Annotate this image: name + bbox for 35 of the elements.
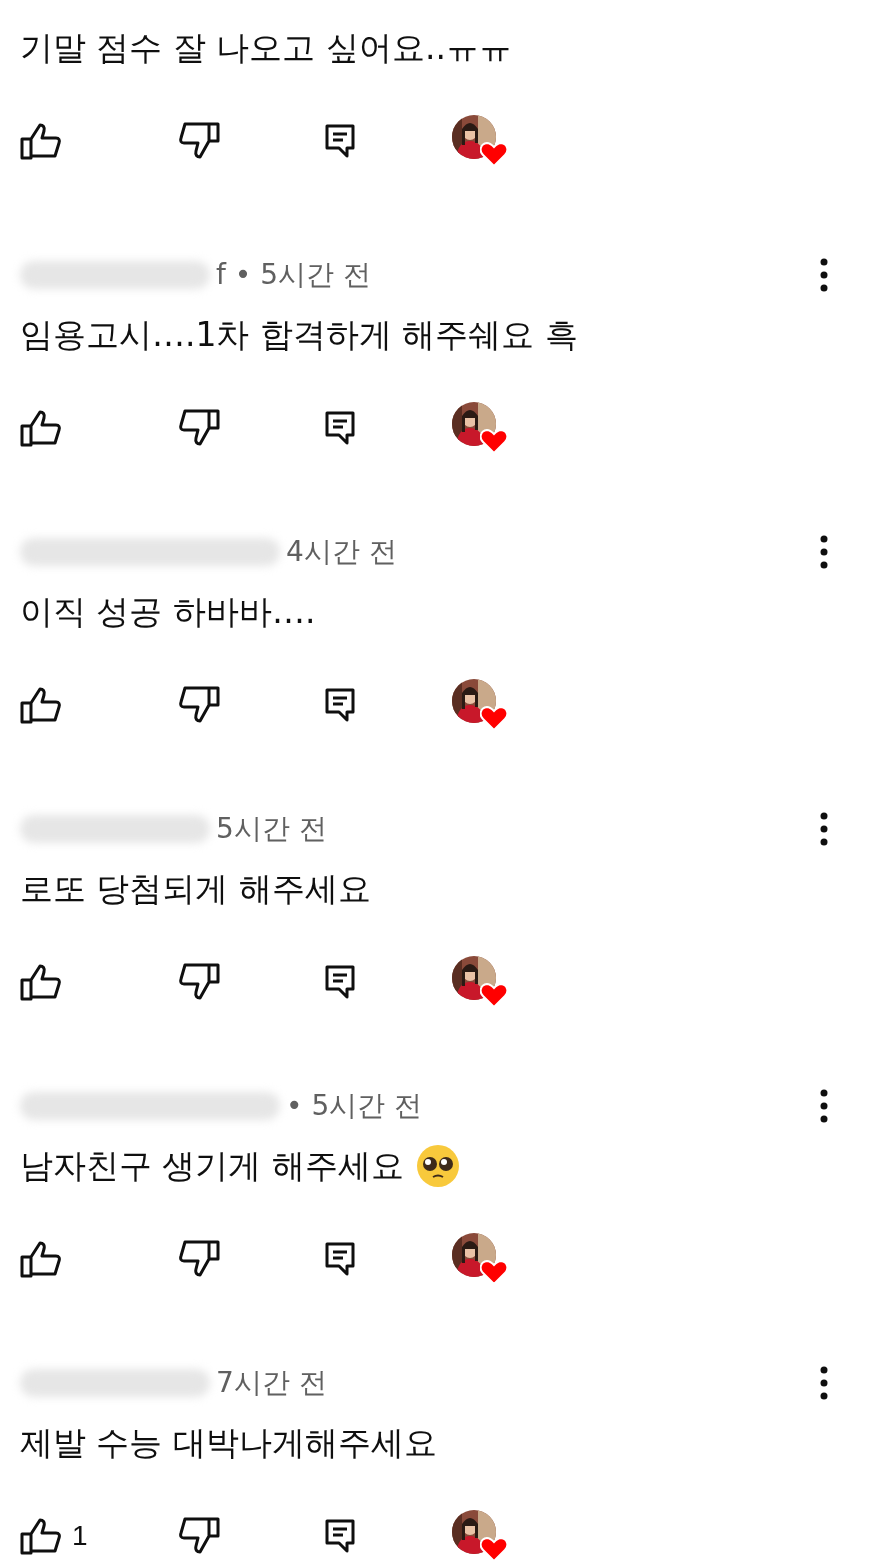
more-options-icon[interactable] <box>820 1366 828 1400</box>
comment-text: 기말 점수 잘 나오고 싶어요..ㅠㅠ <box>20 26 512 69</box>
more-options-icon[interactable] <box>820 535 828 569</box>
reply-icon <box>325 688 355 722</box>
reply-icon <box>325 411 355 445</box>
thumbs-up-icon <box>20 1240 62 1278</box>
comment-text: 임용고시….1차 합격하게 해주쉐요 흑 <box>20 313 578 356</box>
comment-meta: 5시간 전 <box>216 811 327 847</box>
thumbs-up-icon <box>20 686 62 724</box>
thumbs-down-icon <box>178 686 220 724</box>
reply-icon <box>325 965 355 999</box>
reply-icon <box>325 124 355 158</box>
like-button[interactable]: 1 <box>20 1517 178 1555</box>
thumbs-down-icon <box>178 1517 220 1555</box>
more-options-icon[interactable] <box>820 812 828 846</box>
thumbs-down-icon <box>178 122 220 160</box>
comment-text: 남자친구 생기게 해주세요 <box>20 1144 404 1187</box>
comment-meta: 4시간 전 <box>286 534 397 570</box>
comment-text: 제발 수능 대박나게해주세요 <box>20 1421 437 1464</box>
thumbs-down-icon <box>178 1240 220 1278</box>
thumbs-up-icon <box>20 409 62 447</box>
thumbs-up-icon <box>20 963 62 1001</box>
thumbs-down-icon <box>178 409 220 447</box>
comment-meta: 7시간 전 <box>216 1365 327 1401</box>
thumbs-up-icon <box>20 122 62 160</box>
more-options-icon[interactable] <box>820 1089 828 1123</box>
thumbs-up-icon <box>20 1517 62 1555</box>
comment-meta: f • 5시간 전 <box>216 257 371 293</box>
comment-text: 이직 성공 하바바…. <box>20 590 316 633</box>
thumbs-down-icon <box>178 963 220 1001</box>
more-options-icon[interactable] <box>820 258 828 292</box>
reply-icon <box>325 1519 355 1553</box>
reply-icon <box>325 1242 355 1276</box>
comment-text: 로또 당첨되게 해주세요 <box>20 867 371 910</box>
comment-meta: • 5시간 전 <box>286 1088 423 1124</box>
